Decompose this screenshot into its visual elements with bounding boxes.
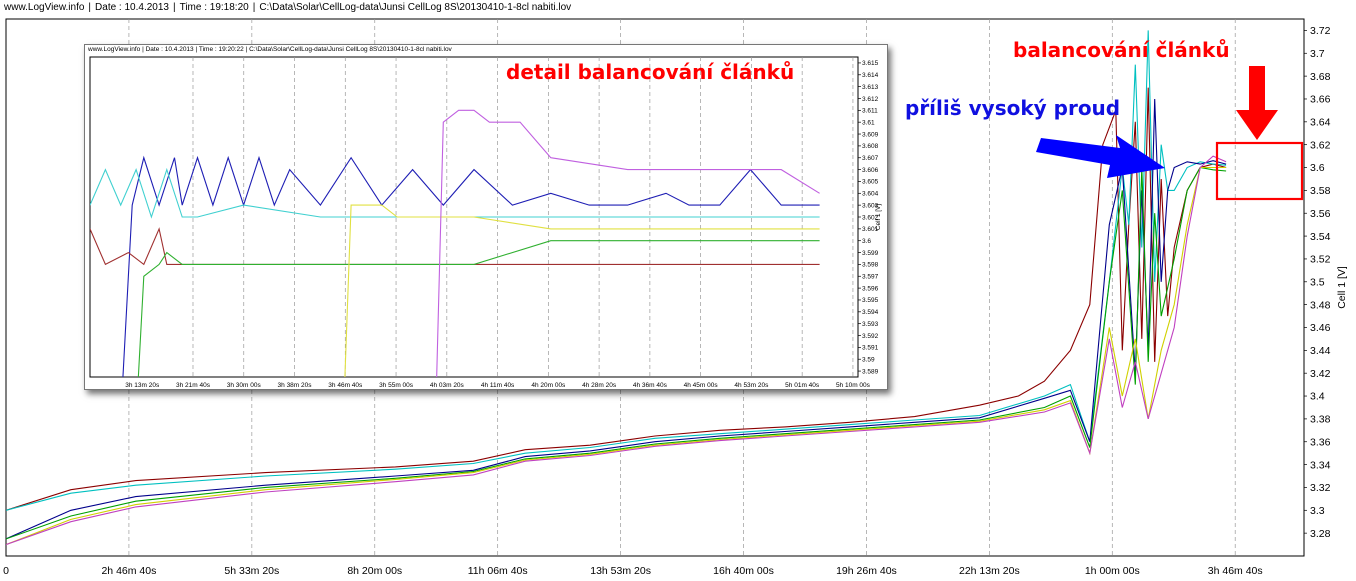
y-tick-label: 3.46 [1310,322,1331,334]
y-tick-label: 3.599 [862,250,879,257]
y-tick-label: 3.5 [1310,276,1325,288]
y-tick-label: 3.7 [1310,48,1325,60]
y-tick-label: 3.604 [862,191,879,198]
y-tick-label: 3.591 [862,345,879,352]
annotation-high-current: příliš vysoký proud [905,96,1121,120]
y-tick-label: 3.68 [1310,71,1331,83]
y-tick-label: 3.606 [862,167,879,174]
y-tick-label: 3.61 [862,119,875,126]
x-tick-label: 4h 20m 00s [531,382,566,389]
y-tick-label: 3.28 [1310,528,1331,540]
x-tick-label: 5h 01m 40s [785,382,820,389]
y-tick-label: 3.6 [1310,162,1325,174]
detail-header-path: C:\Data\Solar\CellLog-data\Junsi CellLog… [249,46,452,53]
y-tick-label: 3.595 [862,297,879,304]
y-tick-label: 3.62 [1310,139,1331,151]
x-tick-label: 3h 55m 00s [379,382,414,389]
y-tick-label: 3.611 [862,108,878,115]
x-tick-label: 11h 06m 40s [468,565,528,577]
x-tick-label: 1h 00m 00s [1085,565,1140,577]
y-tick-label: 3.36 [1310,436,1331,448]
y-axis-label: Cell 1 [V] [1336,266,1348,309]
y-tick-label: 3.608 [862,143,879,150]
y-tick-label: 3.613 [862,84,879,91]
y-tick-label: 3.4 [1310,391,1325,403]
x-tick-label: 22h 13m 20s [959,565,1020,577]
x-tick-label: 4h 28m 20s [582,382,617,389]
x-tick-label: 3h 46m 40s [1208,565,1263,577]
detail-title-bar: www.LogView.info | Date : 10.4.2013 | Ti… [88,46,452,53]
y-tick-label: 3.32 [1310,482,1331,494]
x-tick-label: 16h 40m 00s [713,565,774,577]
y-axis-label: Cell 1 [V] [875,204,882,231]
x-tick-label: 3h 13m 20s [125,382,160,389]
y-tick-label: 3.596 [862,285,879,292]
y-tick-label: 3.44 [1310,345,1331,357]
annotation-balancing: balancování článků [1013,38,1230,62]
x-tick-label: 19h 26m 40s [836,565,897,577]
x-tick-label: 3h 38m 20s [278,382,313,389]
y-tick-label: 3.34 [1310,459,1331,471]
y-tick-label: 3.72 [1310,25,1331,37]
x-tick-label: 13h 53m 20s [590,565,651,577]
y-tick-label: 3.56 [1310,208,1331,220]
x-tick-label: 4h 53m 20s [734,382,769,389]
detail-chart: 3h 13m 20s 3h 21m 40s 3h 30m 00s 3h 38m 20s… [89,56,882,389]
x-tick-label: 3h 30m 00s [227,382,262,389]
detail-header-date: Date : 10.4.2013 [145,46,194,53]
y-tick-label: 3.38 [1310,414,1331,426]
y-tick-label: 3.612 [862,96,879,103]
detail-inset: 3h 13m 20s 3h 21m 40s 3h 30m 00s 3h 38m 20s… [84,44,888,390]
x-tick-label: 3h 46m 40s [328,382,363,389]
y-tick-label: 3.592 [862,333,879,340]
x-tick-label: 4h 36m 40s [633,382,668,389]
detail-header-time: Time : 19:20:22 [198,46,244,53]
y-tick-label: 3.58 [1310,185,1331,197]
detail-header-site: www.LogView.info [88,46,141,53]
y-tick-label: 3.615 [862,60,879,67]
x-tick-label: 0 [3,565,9,577]
x-tick-label: 4h 03m 20s [430,382,465,389]
y-tick-label: 3.64 [1310,117,1331,129]
y-tick-label: 3.605 [862,179,879,186]
y-tick-label: 3.614 [862,72,879,79]
y-tick-label: 3.42 [1310,368,1331,380]
x-tick-label: 5h 10m 00s [836,382,871,389]
y-tick-label: 3.59 [862,356,875,363]
y-tick-label: 3.66 [1310,94,1331,106]
x-tick-label: 8h 20m 00s [347,565,402,577]
y-tick-label: 3.48 [1310,299,1331,311]
y-tick-label: 3.609 [862,131,879,138]
x-tick-label: 2h 46m 40s [101,565,156,577]
x-tick-label: 4h 11m 40s [481,382,515,389]
x-tick-label: 3h 21m 40s [176,382,211,389]
y-tick-label: 3.589 [862,368,879,375]
x-tick-label: 4h 45m 00s [684,382,719,389]
y-tick-label: 3.598 [862,262,879,269]
y-tick-label: 3.3 [1310,505,1325,517]
y-tick-label: 3.6 [862,238,871,245]
y-tick-label: 3.593 [862,321,879,328]
annotation-detail: detail balancování článků [506,60,795,84]
x-tick-label: 5h 33m 20s [224,565,279,577]
y-tick-label: 3.52 [1310,254,1331,266]
y-tick-label: 3.54 [1310,231,1331,243]
y-tick-label: 3.597 [862,274,879,281]
y-tick-label: 3.607 [862,155,879,162]
y-tick-label: 3.594 [862,309,879,316]
